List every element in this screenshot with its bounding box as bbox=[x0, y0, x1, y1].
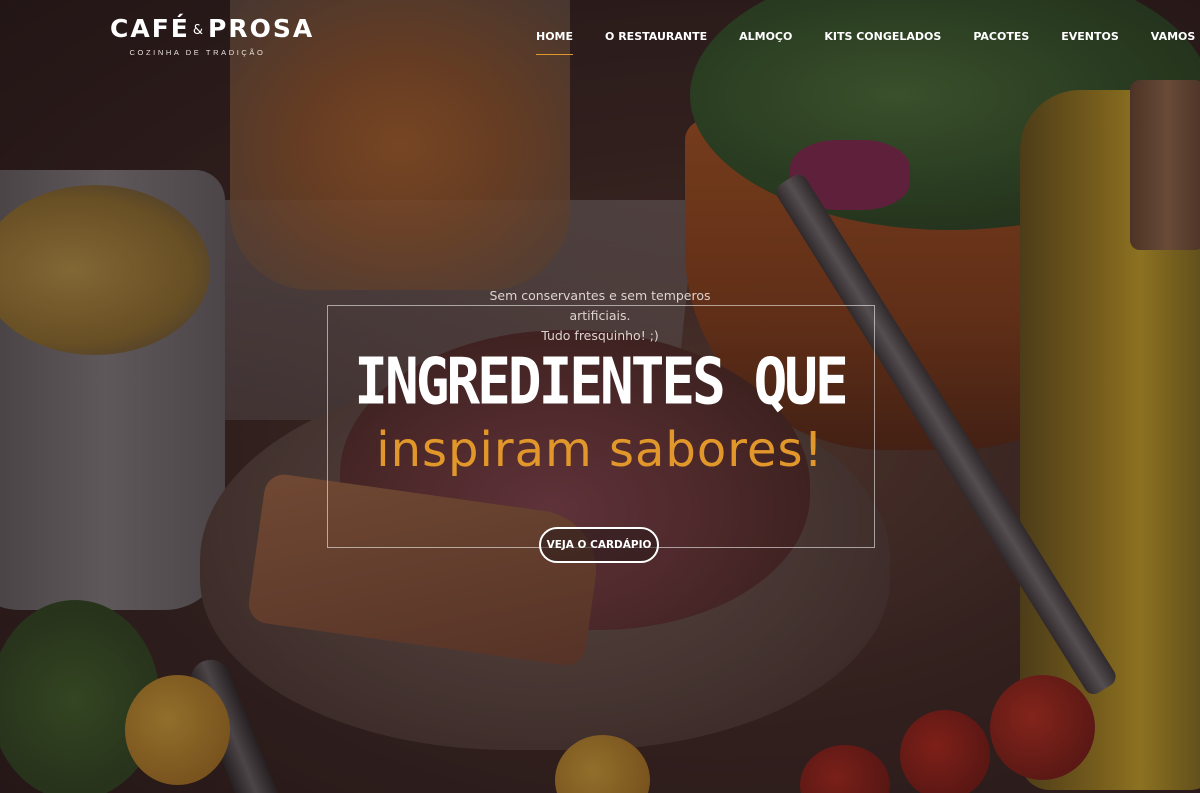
nav-item-almoco[interactable]: ALMOÇO bbox=[739, 30, 792, 43]
nav-item-vamos-prosar[interactable]: VAMOS PROSAR bbox=[1151, 30, 1200, 43]
logo-tagline: COZINHA DE TRADIÇÃO bbox=[129, 48, 266, 57]
logo-wordmark: CAFÉ & PROSA bbox=[110, 14, 312, 43]
nav-item-eventos[interactable]: EVENTOS bbox=[1061, 30, 1119, 43]
main-nav: HOME O RESTAURANTE ALMOÇO KITS CONGELADO… bbox=[536, 30, 1200, 55]
hero-subtitle: inspiram sabores! bbox=[376, 422, 824, 478]
nav-item-pacotes[interactable]: PACOTES bbox=[973, 30, 1029, 43]
nav-item-o-restaurante[interactable]: O RESTAURANTE bbox=[605, 30, 707, 43]
hero-tagline-line1: Sem conservantes e sem temperos artifici… bbox=[489, 288, 711, 323]
nav-item-home[interactable]: HOME bbox=[536, 30, 574, 55]
view-menu-button[interactable]: VEJA O CARDÁPIO bbox=[539, 527, 659, 563]
logo-name-right: PROSA bbox=[208, 14, 315, 43]
hero-tagline-line2: Tudo fresquinho! ;) bbox=[541, 328, 659, 343]
hero-tagline: Sem conservantes e sem temperos artifici… bbox=[467, 286, 733, 346]
hero-title: INGREDIENTES QUE bbox=[354, 344, 848, 420]
logo-ampersand: & bbox=[192, 22, 205, 38]
logo-name-left: CAFÉ bbox=[110, 14, 190, 43]
nav-item-kits-congelados[interactable]: KITS CONGELADOS bbox=[824, 30, 941, 43]
brand-logo[interactable]: CAFÉ & PROSA COZINHA DE TRADIÇÃO bbox=[110, 14, 312, 57]
